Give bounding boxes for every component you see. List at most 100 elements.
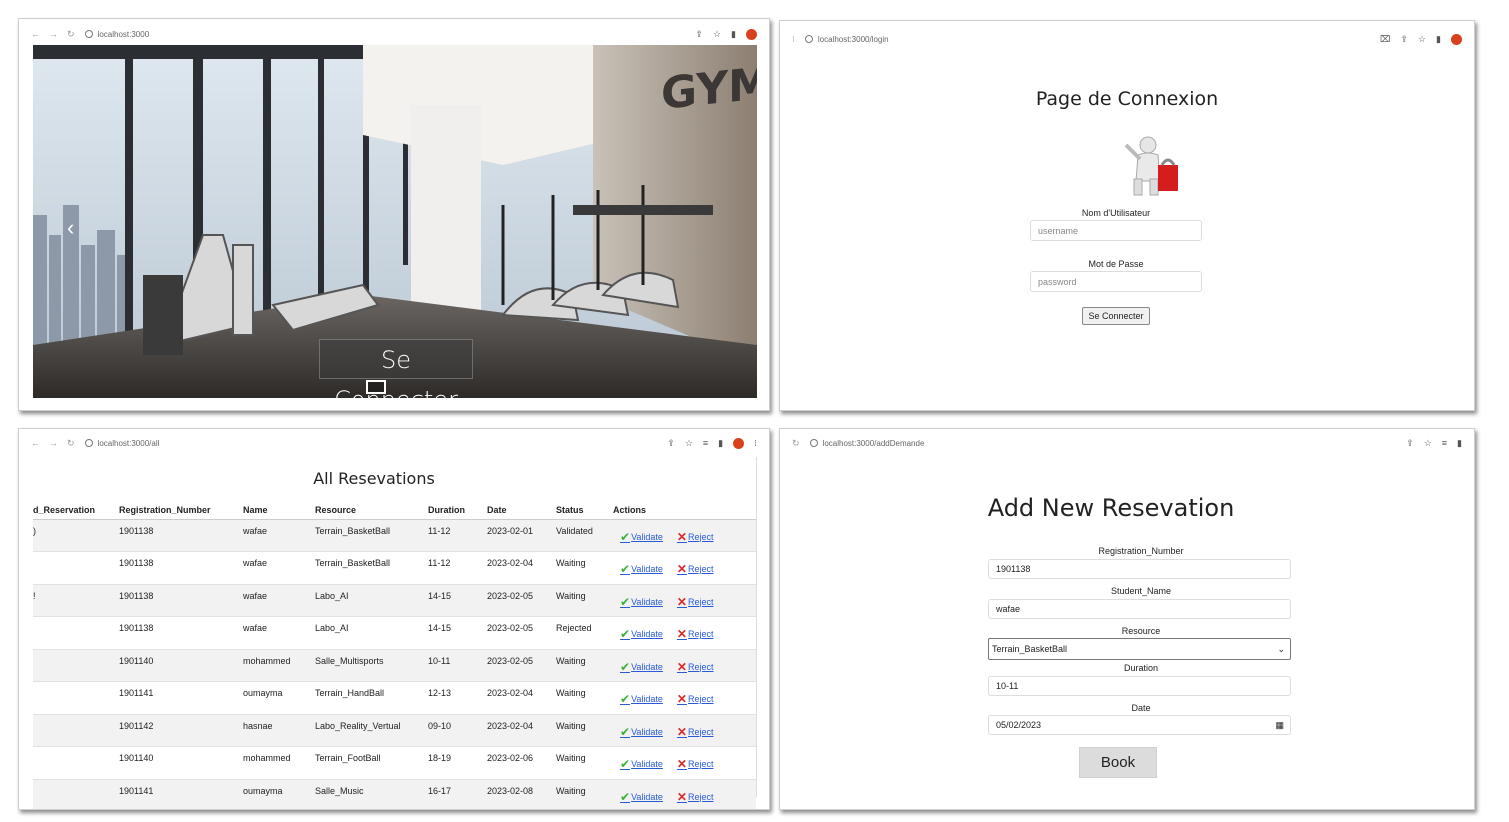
se-connecter-button[interactable]: Se Connecter bbox=[1082, 307, 1150, 325]
cell-date: 2023-02-05 bbox=[487, 648, 556, 682]
reject-label: Reject bbox=[687, 694, 714, 704]
cell-resource: Salle_Music bbox=[315, 778, 428, 809]
registration-label: Registration_Number bbox=[1098, 546, 1184, 556]
cell-status: Waiting bbox=[556, 746, 613, 779]
carousel-indicator[interactable] bbox=[366, 380, 386, 394]
sidebar-icon[interactable]: ▮ bbox=[1436, 34, 1441, 45]
validate-link[interactable]: ✔ Validate bbox=[620, 660, 663, 674]
resource-select[interactable]: Terrain_BasketBall ⌄ bbox=[988, 638, 1291, 660]
add-reservation-window: ↻ localhost:3000/addDemande ⇪ ☆ ≡ ▮ Add New… bbox=[779, 428, 1475, 810]
browser-address-bar[interactable]: ← → ↻ localhost:3000/all ⇪ ☆ ≡ ▮ ⁝ bbox=[31, 436, 757, 450]
validate-link[interactable]: ✔ Validate bbox=[620, 790, 663, 804]
forward-icon[interactable]: → bbox=[49, 438, 58, 449]
profile-avatar[interactable] bbox=[733, 437, 745, 449]
reject-link[interactable]: ✕ Reject bbox=[677, 562, 714, 576]
reject-link[interactable]: ✕ Reject bbox=[677, 725, 714, 739]
cell-status: Waiting bbox=[556, 681, 613, 714]
cell-date: 2023-02-05 bbox=[487, 616, 556, 649]
sidebar-icon[interactable]: ▮ bbox=[731, 29, 736, 40]
browser-menu-icon[interactable]: ⁝ bbox=[792, 34, 795, 45]
url-text[interactable]: localhost:3000/addDemande bbox=[823, 439, 1407, 448]
bookmark-star-icon[interactable]: ☆ bbox=[685, 438, 693, 449]
reject-link[interactable]: ✕ Reject bbox=[677, 530, 714, 544]
reject-link[interactable]: ✕ Reject bbox=[677, 757, 714, 771]
reload-icon[interactable]: ↻ bbox=[67, 29, 75, 40]
cell-registration: 1901142 bbox=[119, 713, 243, 747]
sidebar-icon[interactable]: ▮ bbox=[718, 438, 723, 449]
url-text[interactable]: localhost:3000/all bbox=[98, 439, 668, 448]
validate-link[interactable]: ✔ Validate bbox=[620, 562, 663, 576]
page-title: Page de Connexion bbox=[1035, 88, 1219, 110]
username-input[interactable]: username bbox=[1030, 220, 1202, 241]
profile-avatar[interactable] bbox=[746, 28, 757, 40]
bookmark-star-icon[interactable]: ☆ bbox=[1424, 438, 1432, 449]
sidebar-icon[interactable]: ▮ bbox=[1457, 438, 1462, 449]
x-mark-icon: ✕ bbox=[676, 692, 687, 706]
profile-avatar[interactable] bbox=[1451, 33, 1462, 45]
playlist-icon[interactable]: ≡ bbox=[703, 438, 708, 448]
validate-link[interactable]: ✔ Validate bbox=[620, 725, 663, 739]
site-info-icon[interactable] bbox=[84, 439, 93, 447]
share-icon[interactable]: ⇪ bbox=[695, 29, 703, 40]
browser-address-bar[interactable]: ← → ↻ localhost:3000 ⇪ ☆ ▮ bbox=[31, 27, 757, 41]
login-page-window: ⁝ localhost:3000/login ⌧ ⇪ ☆ ▮ Page de Conn… bbox=[779, 20, 1475, 411]
share-icon[interactable]: ⇪ bbox=[1400, 34, 1408, 45]
reject-link[interactable]: ✕ Reject bbox=[677, 692, 714, 706]
site-info-icon[interactable] bbox=[809, 439, 818, 447]
cell-date: 2023-02-08 bbox=[487, 778, 556, 809]
validate-link[interactable]: ✔ Validate bbox=[620, 595, 663, 609]
registration-input[interactable]: 1901138 bbox=[988, 559, 1291, 579]
url-text[interactable]: localhost:3000 bbox=[98, 30, 696, 39]
cell-registration: 1901138 bbox=[119, 583, 243, 617]
password-input[interactable]: password bbox=[1030, 271, 1202, 292]
reject-link[interactable]: ✕ Reject bbox=[677, 595, 714, 609]
student-name-input[interactable]: wafae bbox=[988, 599, 1291, 619]
validate-label: Validate bbox=[631, 629, 663, 639]
cell-actions: ✔ Validate ✕ Reject bbox=[613, 713, 756, 747]
bookmark-star-icon[interactable]: ☆ bbox=[1418, 34, 1426, 45]
share-icon[interactable]: ⇪ bbox=[667, 438, 675, 449]
calendar-icon[interactable]: ▦ bbox=[1275, 720, 1284, 731]
browser-nav-buttons[interactable]: ← → ↻ bbox=[31, 438, 75, 449]
playlist-icon[interactable]: ≡ bbox=[1442, 438, 1447, 448]
url-text[interactable]: localhost:3000/login bbox=[818, 35, 1380, 44]
cell-duration: 09-10 bbox=[428, 713, 487, 747]
col-header-id: d_Reservation bbox=[33, 501, 119, 520]
date-input[interactable]: 05/02/2023 ▦ bbox=[988, 715, 1291, 735]
browser-address-bar[interactable]: ⁝ localhost:3000/login ⌧ ⇪ ☆ ▮ bbox=[792, 32, 1462, 46]
back-icon[interactable]: ← bbox=[31, 29, 40, 40]
share-icon[interactable]: ⇪ bbox=[1406, 438, 1414, 449]
browser-nav-buttons[interactable]: ← → ↻ bbox=[31, 29, 75, 40]
site-info-icon[interactable] bbox=[804, 35, 813, 43]
cell-actions: ✔ Validate ✕ Reject bbox=[613, 616, 756, 649]
bookmark-star-icon[interactable]: ☆ bbox=[713, 29, 721, 40]
reload-icon[interactable]: ↻ bbox=[792, 438, 800, 449]
browser-address-bar[interactable]: ↻ localhost:3000/addDemande ⇪ ☆ ≡ ▮ bbox=[792, 436, 1462, 450]
back-icon[interactable]: ← bbox=[31, 438, 40, 449]
carousel-prev-icon[interactable]: ‹ bbox=[67, 215, 74, 241]
vertical-scrollbar[interactable] bbox=[756, 457, 757, 797]
site-info-icon[interactable] bbox=[84, 30, 93, 38]
reject-link[interactable]: ✕ Reject bbox=[677, 660, 714, 674]
validate-link[interactable]: ✔ Validate bbox=[620, 627, 663, 641]
book-button[interactable]: Book bbox=[1079, 747, 1157, 778]
validate-link[interactable]: ✔ Validate bbox=[620, 530, 663, 544]
browser-menu-icon[interactable]: ⁝ bbox=[754, 438, 757, 449]
x-mark-icon: ✕ bbox=[676, 562, 687, 576]
se-connecter-caption[interactable]: Se Connecter bbox=[319, 339, 473, 398]
check-circle-icon: ✔ bbox=[620, 594, 631, 609]
gym-wall-sign: GYM bbox=[661, 57, 757, 120]
validate-link[interactable]: ✔ Validate bbox=[620, 757, 663, 771]
reject-label: Reject bbox=[687, 661, 714, 672]
validate-link[interactable]: ✔ Validate bbox=[620, 692, 663, 706]
col-header-resource: Resource bbox=[315, 501, 428, 520]
cell-id: ) bbox=[33, 518, 119, 552]
carousel-slide: GYM ‹ Se Connecter bbox=[33, 45, 757, 398]
translate-icon[interactable]: ⌧ bbox=[1380, 34, 1390, 45]
cell-resource: Terrain_FootBall bbox=[315, 746, 428, 779]
duration-input[interactable]: 10-11 bbox=[988, 676, 1291, 696]
reject-link[interactable]: ✕ Reject bbox=[677, 790, 714, 804]
reload-icon[interactable]: ↻ bbox=[67, 438, 75, 449]
reject-link[interactable]: ✕ Reject bbox=[677, 627, 714, 641]
forward-icon[interactable]: → bbox=[49, 29, 58, 40]
